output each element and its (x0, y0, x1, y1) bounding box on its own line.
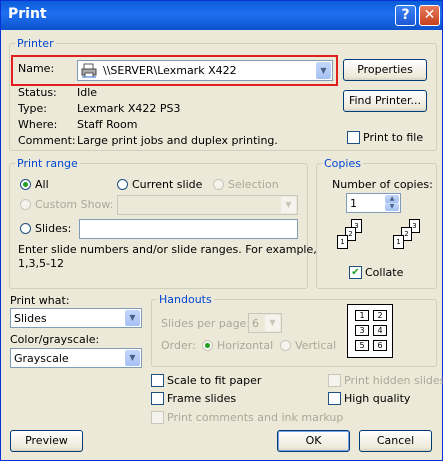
frame-slides-label: Frame slides (167, 392, 237, 405)
preview-cell: 4 (373, 325, 387, 336)
slides-radio[interactable] (20, 223, 31, 234)
help-button[interactable]: ? (395, 5, 416, 26)
print-what-dropdown[interactable]: Slides ▼ (10, 308, 142, 328)
collate-label: Collate (365, 266, 404, 279)
selection-radio[interactable] (213, 179, 224, 190)
find-printer-button[interactable]: Find Printer... (343, 90, 427, 112)
all-radio[interactable] (20, 179, 31, 190)
color-dropdown[interactable]: Grayscale ▼ (10, 348, 142, 368)
preview-cell: 2 (373, 310, 387, 321)
handouts-group: Handouts (151, 293, 437, 367)
preview-cell: 6 (373, 340, 387, 351)
print-range-label: Print range (15, 157, 80, 170)
horizontal-label: Horizontal (217, 339, 274, 352)
comment-label: Comment: (18, 134, 76, 147)
print-what-value: Slides (14, 312, 47, 325)
current-slide-label: Current slide (132, 178, 203, 191)
where-label: Where: (18, 118, 58, 131)
properties-button[interactable]: Properties (343, 59, 427, 81)
status-label: Status: (18, 86, 57, 99)
print-to-file-label: Print to file (363, 131, 424, 144)
close-button[interactable]: ✕ (419, 5, 440, 26)
printer-group-label: Printer (15, 37, 56, 50)
print-comments-checkbox[interactable] (151, 411, 164, 424)
chevron-down-icon[interactable]: ▼ (265, 315, 280, 331)
slides-per-page-value: 6 (252, 317, 259, 330)
high-quality-label: High quality (344, 392, 411, 405)
print-to-file-checkbox[interactable] (347, 131, 360, 144)
preview-cell: 3 (355, 325, 369, 336)
spin-down-icon[interactable]: ▼ (385, 203, 399, 211)
preview-cell: 1 (355, 310, 369, 321)
printer-icon (81, 63, 97, 78)
custom-show-dropdown[interactable]: ▼ (117, 195, 298, 215)
title-bar[interactable]: Print ? ✕ (1, 1, 442, 30)
slides-label: Slides: (35, 222, 72, 235)
slides-hint: Enter slide numbers and/or slide ranges.… (18, 243, 317, 256)
color-value: Grayscale (14, 352, 69, 365)
chevron-down-icon[interactable]: ▼ (316, 62, 331, 79)
chevron-down-icon[interactable]: ▼ (125, 350, 140, 366)
type-value: Lexmark X422 PS3 (77, 102, 181, 115)
handouts-label: Handouts (157, 293, 214, 306)
horizontal-radio[interactable] (202, 340, 213, 351)
print-hidden-checkbox[interactable] (328, 374, 341, 387)
scale-to-fit-label: Scale to fit paper (167, 374, 262, 387)
type-label: Type: (18, 102, 47, 115)
custom-show-radio[interactable] (20, 199, 31, 210)
collate-page-1a: 1 (337, 235, 348, 249)
spin-up-icon[interactable]: ▲ (385, 195, 399, 203)
chevron-down-icon[interactable]: ▼ (281, 197, 296, 213)
slides-per-page-dropdown[interactable]: 6 ▼ (248, 313, 282, 333)
preview-cell: 5 (355, 340, 369, 351)
slides-per-page-label: Slides per page: (161, 317, 251, 330)
status-value: Idle (77, 86, 98, 99)
window-title: Print (8, 6, 47, 22)
copies-label: Copies (322, 157, 363, 170)
scale-to-fit-checkbox[interactable] (151, 374, 164, 387)
comment-value: Large print jobs and duplex printing. (77, 134, 278, 147)
vertical-label: Vertical (295, 339, 337, 352)
slides-hint-example: 1,3,5-12 (18, 257, 64, 270)
printer-name-value: \\SERVER\Lexmark X422 (103, 64, 237, 77)
custom-show-label: Custom Show: (35, 198, 114, 211)
all-label: All (35, 178, 49, 191)
preview-button[interactable]: Preview (10, 430, 83, 452)
number-of-copies-label: Number of copies: (332, 178, 433, 191)
print-dialog: Print ? ✕ Printer Name: \\SERVER\Lexmark… (0, 0, 443, 461)
frame-slides-checkbox[interactable] (151, 392, 164, 405)
chevron-down-icon[interactable]: ▼ (125, 310, 140, 326)
print-comments-label: Print comments and ink markup (167, 411, 344, 424)
collate-page-1b: 1 (393, 235, 404, 249)
where-value: Staff Room (77, 118, 138, 131)
copies-spinner[interactable]: ▲ ▼ (385, 195, 399, 211)
cancel-button[interactable]: Cancel (359, 430, 432, 452)
color-label: Color/grayscale: (10, 333, 100, 346)
ok-button[interactable]: OK (277, 430, 350, 452)
print-hidden-label: Print hidden slides (344, 374, 443, 387)
print-what-label: Print what: (10, 294, 70, 307)
collate-checkbox[interactable]: ✔ (349, 266, 362, 279)
current-slide-radio[interactable] (117, 179, 128, 190)
vertical-radio[interactable] (280, 340, 291, 351)
copies-value: 1 (350, 197, 357, 210)
printer-name-label: Name: (18, 62, 55, 75)
order-label: Order: (161, 339, 196, 352)
selection-label: Selection (228, 178, 279, 191)
collate-illustration: 3 2 1 3 2 1 (329, 217, 429, 261)
handout-preview: 1 2 3 4 5 6 (347, 304, 393, 358)
copies-input[interactable]: 1 ▲ ▼ (346, 193, 401, 213)
printer-name-dropdown[interactable]: \\SERVER\Lexmark X422 ▼ (77, 60, 333, 81)
slides-input[interactable] (79, 219, 298, 239)
high-quality-checkbox[interactable] (328, 392, 341, 405)
